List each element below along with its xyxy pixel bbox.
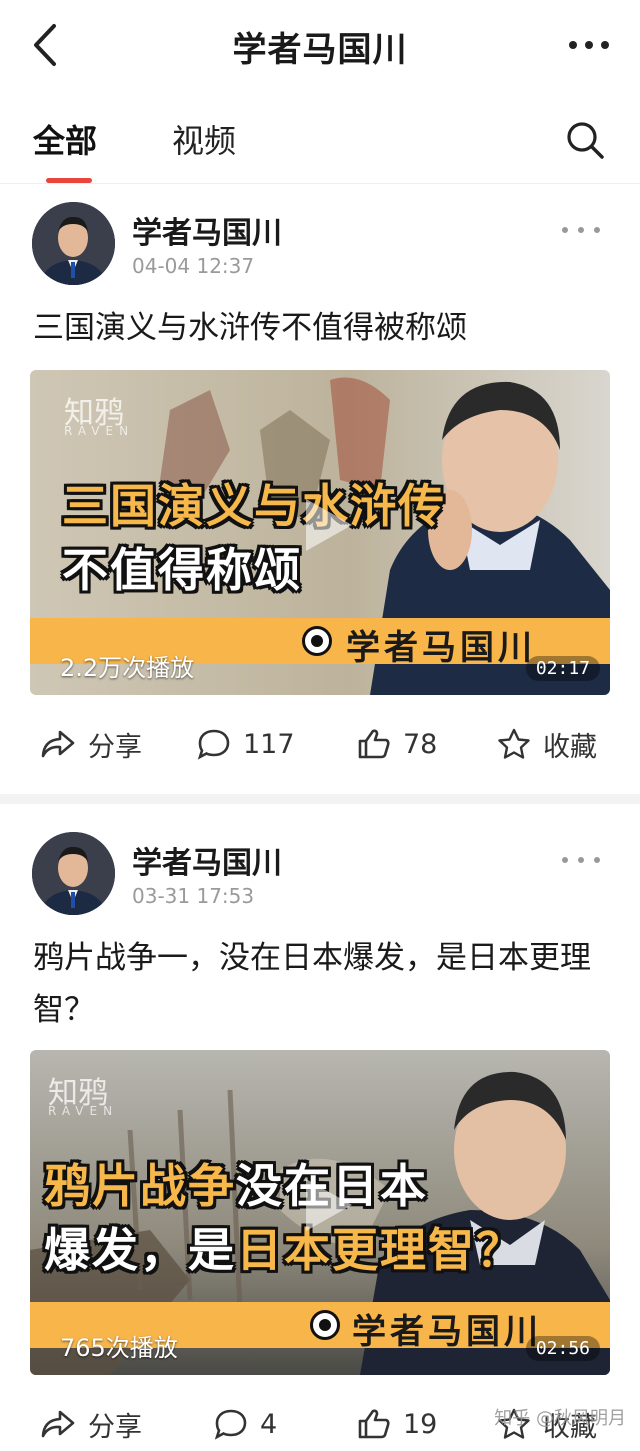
- author-avatar[interactable]: [32, 832, 115, 915]
- more-options-icon[interactable]: [560, 224, 602, 236]
- author-name[interactable]: 学者马国川: [132, 838, 282, 882]
- video-player[interactable]: 知鸦 RAVEN 三国演义与水浒传 不值得称颂 学者马国川 2.2万次播放 02…: [30, 370, 610, 695]
- banner-author-name: 学者马国川: [352, 1312, 542, 1352]
- comment-count: 117: [243, 728, 295, 760]
- cover-headline-1-highlight: 鸦片战争: [44, 1159, 236, 1213]
- share-label: 分享: [88, 731, 142, 763]
- tab-all[interactable]: 全部: [33, 116, 97, 162]
- post-title[interactable]: 鸦片战争一，没在日本爆发，是日本更理智？: [33, 932, 618, 1036]
- comment-count: 4: [260, 1408, 278, 1440]
- post-title[interactable]: 三国演义与水浒传不值得被称颂: [33, 302, 623, 354]
- banner-author-name: 学者马国川: [346, 628, 536, 668]
- play-count: 2.2万次播放: [60, 654, 195, 682]
- thumbs-up-icon: [358, 729, 390, 759]
- post-actions: 分享 117 78 收藏: [0, 719, 640, 769]
- comment-button[interactable]: 117: [197, 719, 295, 769]
- record-dot-icon: [310, 1310, 340, 1340]
- record-dot-icon: [302, 626, 332, 656]
- video-watermark-sub: RAVEN: [48, 1104, 119, 1118]
- like-button[interactable]: 78: [357, 719, 437, 769]
- cover-headline-2: 不值得称颂: [62, 543, 302, 597]
- comment-icon: [197, 729, 230, 760]
- feed-post: 学者马国川 04-04 12:37 三国演义与水浒传不值得被称颂 知鸦 RAVE…: [0, 184, 640, 794]
- share-button[interactable]: 分享: [40, 719, 142, 769]
- play-count: 765次播放: [60, 1334, 178, 1362]
- share-label: 分享: [88, 1411, 142, 1443]
- active-tab-indicator: [46, 178, 92, 183]
- site-watermark-user: 秋风明月: [554, 1408, 626, 1429]
- post-time: 04-04 12:37: [132, 254, 255, 278]
- author-avatar[interactable]: [32, 202, 115, 285]
- video-watermark-sub: RAVEN: [64, 424, 135, 438]
- star-icon: [498, 728, 530, 759]
- cover-headline-1: 鸦片战争没在日本: [44, 1150, 428, 1216]
- share-button[interactable]: 分享: [40, 1399, 142, 1449]
- site-watermark-prefix: 知乎 @: [494, 1408, 554, 1429]
- video-player[interactable]: 知鸦 RAVEN 鸦片战争没在日本 爆发，是日本更理智？ 学者马国川 765次播…: [30, 1050, 610, 1375]
- tab-video[interactable]: 视频: [172, 116, 236, 162]
- favorite-label: 收藏: [543, 731, 597, 763]
- video-duration: 02:56: [525, 1336, 600, 1361]
- cover-headline-2-start: 爆发，是: [44, 1223, 236, 1277]
- video-duration: 02:17: [525, 656, 600, 681]
- play-icon[interactable]: [300, 1175, 356, 1235]
- site-watermark: 知乎 @秋风明月: [494, 1404, 626, 1430]
- like-button[interactable]: 19: [357, 1399, 437, 1449]
- cover-headline-2-highlight: 日本更理智？: [236, 1223, 524, 1277]
- comment-button[interactable]: 4: [214, 1399, 277, 1449]
- page-title: 学者马国川: [232, 30, 408, 70]
- cover-headline-2: 爆发，是日本更理智？: [44, 1214, 524, 1280]
- like-count: 19: [403, 1408, 438, 1440]
- feed-post: 学者马国川 03-31 17:53 鸦片战争一，没在日本爆发，是日本更理智？ 知…: [0, 804, 640, 1451]
- avatar-portrait-icon: [32, 832, 115, 915]
- top-bar: 学者马国川: [0, 0, 640, 90]
- avatar-portrait-icon: [32, 202, 115, 285]
- cover-headline-1: 三国演义与水浒传: [62, 479, 446, 533]
- share-icon: [41, 1410, 75, 1438]
- post-divider: [0, 794, 640, 804]
- tab-bar: 全部 视频: [0, 100, 640, 184]
- thumbs-up-icon: [358, 1409, 390, 1439]
- author-name[interactable]: 学者马国川: [132, 208, 282, 252]
- search-icon[interactable]: [565, 120, 605, 160]
- like-count: 78: [403, 728, 438, 760]
- play-icon[interactable]: [300, 495, 356, 555]
- more-options-icon[interactable]: [560, 854, 602, 866]
- post-time: 03-31 17:53: [132, 884, 255, 908]
- more-dots-icon[interactable]: [564, 30, 614, 60]
- comment-icon: [214, 1409, 247, 1440]
- share-icon: [41, 730, 75, 758]
- favorite-button[interactable]: 收藏: [497, 719, 597, 769]
